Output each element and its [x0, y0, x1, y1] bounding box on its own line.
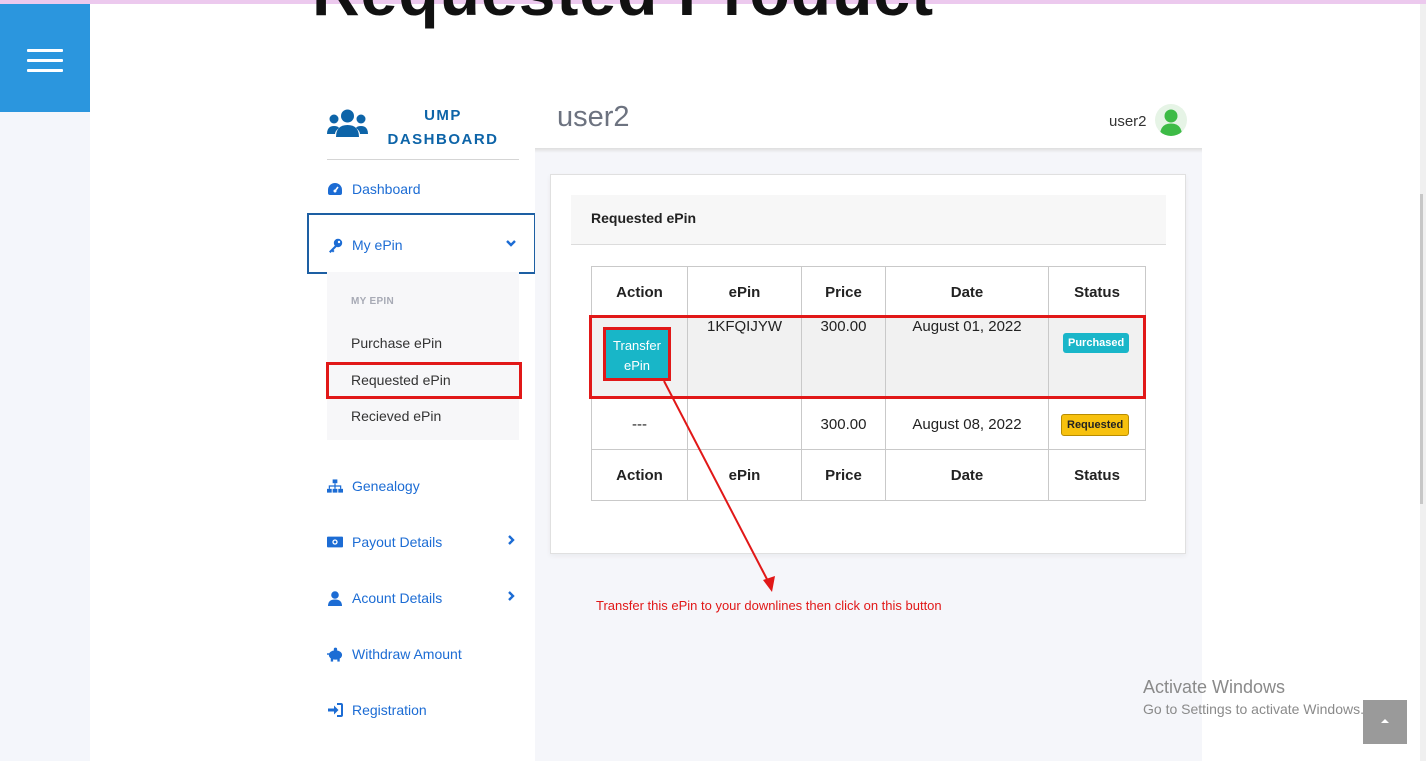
- watermark-line-1: Activate Windows: [1143, 677, 1286, 697]
- annotation-arrow: [663, 380, 775, 592]
- watermark-line-2: Go to Settings to activate Windows.: [1143, 701, 1364, 717]
- chevron-up-icon: [1381, 719, 1389, 723]
- scroll-to-top-button[interactable]: [1363, 700, 1407, 744]
- annotation-text: Transfer this ePin to your downlines the…: [596, 598, 942, 613]
- windows-watermark: Activate Windows Go to Settings to activ…: [1143, 677, 1364, 717]
